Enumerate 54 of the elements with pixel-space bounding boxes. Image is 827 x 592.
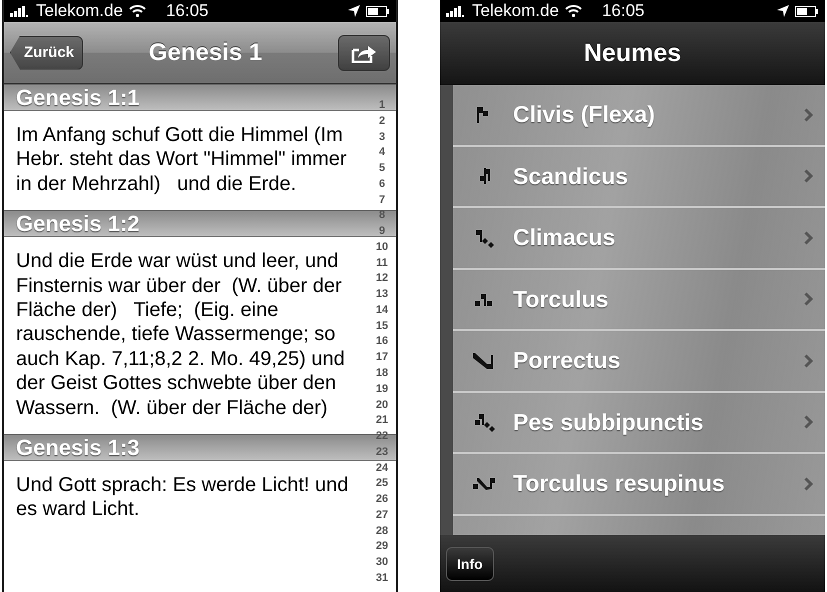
location-arrow-icon xyxy=(777,5,789,17)
index-number[interactable]: 19 xyxy=(376,382,388,395)
location-arrow-icon xyxy=(348,5,360,17)
verse-text: Und die Erde war wüst und leer, und Finsternis war über der (W. über der Fläche der) Tiefe; (Eig. eine rauschende, tiefe Wassermenge; so auch Kap. 7,11;8,2 2. Mo. 49,25) und der Geist Gottes schwebte über den Wassern. (W. über der Fläche der) xyxy=(15,249,346,421)
index-number[interactable]: 1 xyxy=(378,99,386,111)
battery-icon xyxy=(795,6,819,16)
index-number[interactable]: 25 xyxy=(376,477,388,490)
chevron-icon xyxy=(804,415,813,430)
chevron-icon xyxy=(804,169,813,184)
index-number[interactable]: 6 xyxy=(378,178,386,190)
index-number[interactable]: 15 xyxy=(376,320,388,332)
screen-title: Genesis 1 xyxy=(148,38,264,66)
signal-icon xyxy=(10,6,28,16)
index-number[interactable]: 2 xyxy=(378,114,386,127)
index-number[interactable]: 21 xyxy=(376,414,388,426)
index-number[interactable]: 29 xyxy=(376,540,388,552)
index-number[interactable]: 20 xyxy=(376,398,388,411)
verse-text: Im Anfang schuf Gott die Himmel (Im Hebr. steht das Wort "Himmel" immer in der Mehrzahl) und die Erde. xyxy=(15,123,348,197)
index-number[interactable]: 5 xyxy=(378,162,386,174)
index-number[interactable]: 16 xyxy=(376,335,388,348)
index-number[interactable]: 14 xyxy=(376,304,388,316)
index-number[interactable]: 11 xyxy=(376,256,388,269)
screen-title: Neumes xyxy=(584,38,682,68)
chevron-icon xyxy=(804,108,813,122)
status-time: 16:05 xyxy=(602,1,644,21)
index-number[interactable]: 7 xyxy=(378,194,386,206)
status-time: 16:05 xyxy=(166,1,208,21)
index-number[interactable]: 31 xyxy=(376,572,388,584)
back-button[interactable]: Zurück xyxy=(10,36,84,70)
index-number[interactable]: 13 xyxy=(376,288,388,300)
share-button[interactable] xyxy=(338,34,390,70)
index-number[interactable]: 18 xyxy=(376,367,388,380)
wifi-icon xyxy=(564,5,582,17)
signal-icon xyxy=(446,6,464,16)
index-number[interactable]: 24 xyxy=(376,462,388,474)
index-number[interactable]: 3 xyxy=(378,130,386,143)
chevron-icon xyxy=(804,292,813,306)
verse-text: Und Gott sprach: Es werde Licht! und es ward Licht. xyxy=(15,473,350,522)
carrier-name: Telekom.de xyxy=(472,1,559,21)
chevron-icon xyxy=(804,230,813,245)
index-number[interactable]: 26 xyxy=(376,493,388,506)
wifi-icon xyxy=(128,5,146,17)
index-number[interactable]: 12 xyxy=(376,272,388,284)
battery-icon xyxy=(366,6,390,16)
chevron-icon xyxy=(804,354,813,368)
index-number[interactable]: 4 xyxy=(378,146,386,158)
index-number[interactable]: 17 xyxy=(376,351,388,364)
index-number[interactable]: 28 xyxy=(376,524,388,537)
chevron-icon xyxy=(804,476,813,491)
info-button[interactable]: Info xyxy=(446,546,494,580)
carrier-name: Telekom.de xyxy=(36,1,123,21)
index-number[interactable]: 10 xyxy=(376,240,388,253)
index-number[interactable]: 27 xyxy=(376,508,388,521)
index-number[interactable]: 30 xyxy=(376,556,388,568)
